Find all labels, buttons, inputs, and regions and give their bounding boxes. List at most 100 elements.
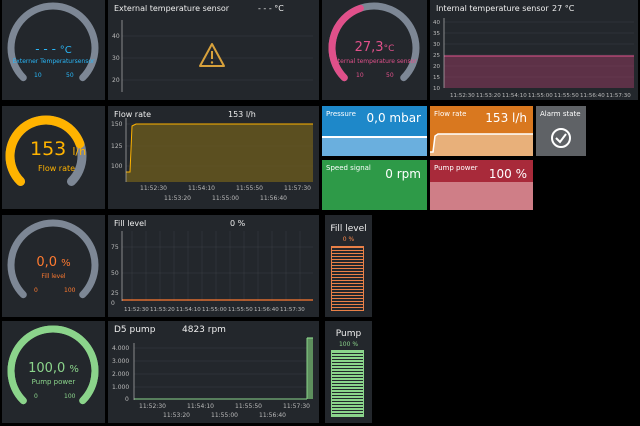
gauge-caption: Externer Temperatursensor [12,58,95,65]
y-tick: 150 [111,121,123,128]
stat-flow-rate[interactable]: Flow rate 153 l/h [430,106,533,156]
x-tick: 11:55:00 [202,307,227,313]
x-tick: 11:52:30 [124,307,149,313]
gauge-max: 100 [64,287,76,294]
x-tick: 11:52:30 [450,93,475,99]
bar-value: 0 % [342,236,355,243]
chart-external-temp: External temperature sensor - - - °C 40 … [108,0,319,100]
x-tick: 11:57:30 [606,93,631,99]
x-tick: 11:55:50 [228,307,253,313]
bar-pump: Pump 100 % [325,321,372,423]
x-tick: 11:56:40 [259,412,286,419]
chart-internal-temp: Internal temperature sensor 27 °C 40 35 … [430,0,638,100]
bar-label: Fill level [330,224,367,234]
chart-grid [134,347,313,388]
gauge-flow-rate: 153 l/h Flow rate [2,106,105,209]
gauge-min: 10 [356,72,364,79]
chart-area: 4.000 3.000 2.000 1.000 0 11:52:30 11:54… [112,337,313,419]
x-tick: 11:53:20 [150,307,175,313]
x-tick: 11:55:50 [236,185,263,192]
gauge-external-temp: - - - °C Externer Temperatursensor 10 50 [2,0,105,100]
y-tick: 20 [112,77,120,84]
x-tick: 11:55:00 [211,412,238,419]
x-tick: 11:52:30 [140,185,167,192]
y-tick: 35 [433,31,440,37]
gauge-caption: Fill level [41,273,66,280]
x-tick: 11:55:50 [554,93,579,99]
sparkline [430,133,533,156]
y-tick: 125 [111,143,123,150]
chart-area: 40 35 30 25 20 15 10 11:52:30 11:53:20 1… [433,18,634,99]
chart-d5-pump: D5 pump 4823 rpm 4.000 3.000 2.000 1.000… [108,321,319,423]
bar-fill-level: Fill level 0 % [325,215,372,317]
stat-pump-power[interactable]: Pump power 100 % [430,160,533,210]
gauge-value: - - - °C [35,42,72,56]
y-tick: 3.000 [112,358,129,365]
y-tick: 25 [111,290,119,297]
gauge-internal-temp: 27,3°C Internal temperature sensor 10 50 [322,0,427,100]
gauge-max: 100 [64,393,76,400]
stat-pressure[interactable]: Pressure 0,0 mbar [322,106,427,156]
chart-grid [122,35,313,81]
x-tick: 11:57:30 [280,307,305,313]
x-tick: 11:54:10 [187,403,214,410]
y-tick: 0 [111,300,115,307]
y-tick: 50 [111,270,119,277]
y-tick: 25 [433,53,440,59]
x-tick: 11:54:10 [502,93,527,99]
x-tick: 11:56:40 [580,93,605,99]
stat-label: Pressure [326,110,356,118]
y-tick: 100 [111,163,123,170]
x-tick: 11:54:10 [188,185,215,192]
area-fill [126,124,313,182]
x-tick: 11:56:40 [260,195,287,202]
gauge-caption: Flow rate [38,164,76,173]
chart-flow-rate: Flow rate 153 l/h 150 125 100 11:52:30 1… [108,106,319,209]
gauge-max: 50 [66,72,74,79]
y-tick: 40 [433,20,440,26]
bar-track [331,350,364,417]
x-tick: 11:55:00 [212,195,239,202]
gauge-value: 153 l/h [30,138,87,160]
area-fill [444,56,634,88]
vertical-grid [131,231,301,301]
x-tick: 11:54:10 [176,307,201,313]
y-tick: 75 [111,244,119,251]
gauge-caption: Pump power [31,378,76,386]
gauge-fill-level: 0,0 % Fill level 0 100 [2,215,105,317]
x-tick: 11:55:00 [528,93,553,99]
y-tick: 15 [433,75,440,81]
x-tick: 11:53:20 [163,412,190,419]
bar-track [331,246,364,311]
stat-label: Pump power [434,164,478,172]
stat-speed-signal[interactable]: Speed signal 0 rpm [322,160,427,210]
x-tick: 11:55:50 [235,403,262,410]
y-tick: 0 [125,396,129,403]
gauge-max: 50 [386,72,394,79]
gauge-pump-power: 100,0 % Pump power 0 100 [2,321,105,423]
gauge-min: 10 [34,72,42,79]
stat-alarm-state[interactable]: Alarm state [536,106,586,156]
gauge-min: 0 [34,287,38,294]
bar-value: 100 % [338,341,359,348]
y-tick: 2.000 [112,371,129,378]
x-tick: 11:53:20 [476,93,501,99]
chart-area: 75 50 25 0 11:52:30 11:53:20 11:54:10 11… [111,231,313,313]
warning-icon [199,43,225,67]
y-tick: 1.000 [112,384,129,391]
y-tick: 30 [112,55,120,62]
bar-label: Pump [335,329,362,339]
y-tick: 40 [112,33,120,40]
x-tick: 11:57:30 [284,185,311,192]
stat-value: 0 rpm [385,167,421,181]
stat-label: Speed signal [326,164,371,172]
y-tick: 20 [433,64,440,70]
chart-grid [122,231,313,301]
gauge-value: 27,3°C [354,40,395,55]
y-tick: 4.000 [112,345,129,352]
x-tick: 11:57:30 [283,403,310,410]
y-tick: 30 [433,42,440,48]
gauge-value: 100,0 % [28,361,79,376]
y-tick: 10 [433,86,440,92]
check-circle-icon [551,128,571,148]
